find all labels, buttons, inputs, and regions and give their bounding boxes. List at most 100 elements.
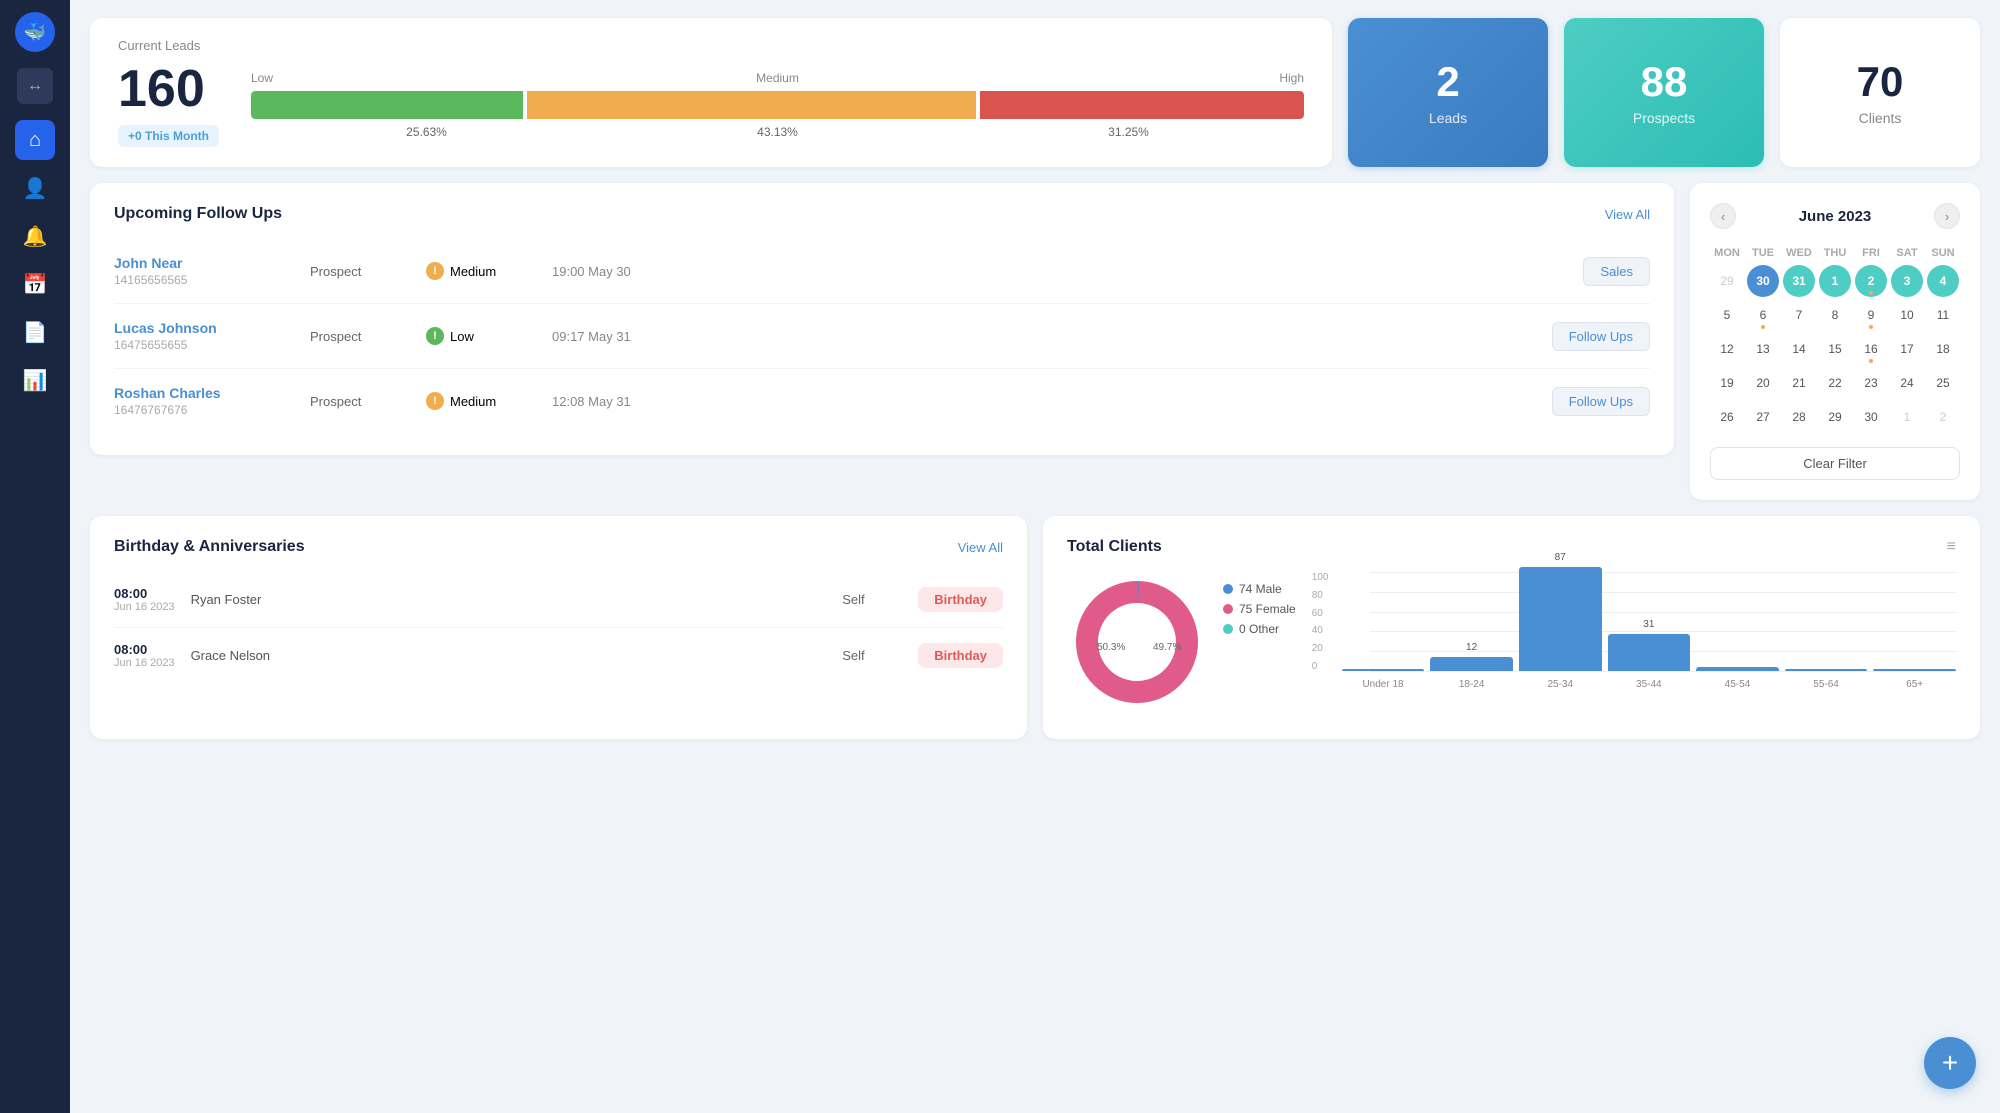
clients-label: Clients [1859, 110, 1902, 126]
birthday-date-0: Jun 16 2023 [114, 601, 175, 613]
cal-day-23[interactable]: 23 [1855, 367, 1887, 399]
toggle-icon: ↔ [27, 77, 43, 95]
followup-name-0[interactable]: John Near [114, 255, 294, 271]
cal-header-wed: WED [1782, 243, 1816, 263]
cal-day-21[interactable]: 21 [1783, 367, 1815, 399]
birthday-view-all[interactable]: View All [958, 540, 1003, 555]
cal-day-11[interactable]: 11 [1927, 299, 1959, 331]
sidebar-item-bell[interactable]: 🔔 [15, 216, 55, 256]
birthday-card-header: Birthday & Anniversaries View All [114, 538, 1003, 556]
legend-item-female: 75 Female [1223, 602, 1296, 616]
cal-day-20[interactable]: 20 [1747, 367, 1779, 399]
cal-day-31[interactable]: 31 [1783, 265, 1815, 297]
clients-stat-card: 70 Clients [1780, 18, 1980, 167]
prospects-stat-card: 88 Prospects [1564, 18, 1764, 167]
bar-col-65plus: 65+ [1873, 665, 1956, 690]
bar-chart-wrapper: 100 80 60 40 20 0 [1312, 572, 1956, 692]
birthday-badge-0: Birthday [918, 587, 1003, 612]
followup-name-col-1: Lucas Johnson 16475655655 [114, 320, 294, 352]
followup-action-0[interactable]: Sales [1583, 257, 1650, 286]
followup-action-2[interactable]: Follow Ups [1552, 387, 1650, 416]
cal-day-14[interactable]: 14 [1783, 333, 1815, 365]
cal-day-4[interactable]: 4 [1927, 265, 1959, 297]
sidebar-item-calendar[interactable]: 📅 [15, 264, 55, 304]
bar-lbl-under18: Under 18 [1362, 679, 1403, 690]
followup-phone-0: 14165656565 [114, 273, 294, 287]
followup-phone-1: 16475655655 [114, 338, 294, 352]
bar-2534 [1519, 567, 1602, 671]
cal-day-30-june[interactable]: 30 [1855, 401, 1887, 433]
cal-day-16[interactable]: 16 [1855, 333, 1887, 365]
bar-5564 [1785, 669, 1868, 671]
cal-day-17[interactable]: 17 [1891, 333, 1923, 365]
legend-item-male: 74 Male [1223, 582, 1296, 596]
followup-action-1[interactable]: Follow Ups [1552, 322, 1650, 351]
progress-labels: Low Medium High [251, 71, 1304, 85]
calendar-prev-button[interactable]: ‹ [1710, 203, 1736, 229]
cal-day-1[interactable]: 1 [1819, 265, 1851, 297]
cal-day-9[interactable]: 9 [1855, 299, 1887, 331]
cal-day-19[interactable]: 19 [1711, 367, 1743, 399]
cal-day-27[interactable]: 27 [1747, 401, 1779, 433]
cal-day-25[interactable]: 25 [1927, 367, 1959, 399]
followup-name-1[interactable]: Lucas Johnson [114, 320, 294, 336]
fab-button[interactable]: + [1924, 1037, 1976, 1089]
sidebar-item-file[interactable]: 📄 [15, 312, 55, 352]
main-content: Current Leads 160 +0 This Month Low Medi… [70, 0, 2000, 1113]
cal-header-fri: FRI [1854, 243, 1888, 263]
cal-day-6[interactable]: 6 [1747, 299, 1779, 331]
sidebar-item-person[interactable]: 👤 [15, 168, 55, 208]
cal-day-28[interactable]: 28 [1783, 401, 1815, 433]
cal-day-8[interactable]: 8 [1819, 299, 1851, 331]
top-row: Current Leads 160 +0 This Month Low Medi… [90, 18, 1980, 167]
priority-label-2: Medium [450, 394, 496, 409]
followups-view-all[interactable]: View All [1605, 207, 1650, 222]
priority-icon-1: ! [426, 327, 444, 345]
cal-day-24[interactable]: 24 [1891, 367, 1923, 399]
birthday-row-1: 08:00 Jun 16 2023 Grace Nelson Self Birt… [114, 628, 1003, 683]
sidebar-toggle-button[interactable]: ↔ [17, 68, 53, 104]
cal-day-13[interactable]: 13 [1747, 333, 1779, 365]
cal-day-29-prev[interactable]: 29 [1711, 265, 1743, 297]
priority-label-0: Medium [450, 264, 496, 279]
birthday-name-0: Ryan Foster [191, 592, 827, 607]
cal-day-26[interactable]: 26 [1711, 401, 1743, 433]
bottom-row: Birthday & Anniversaries View All 08:00 … [90, 516, 1980, 739]
cal-day-22[interactable]: 22 [1819, 367, 1851, 399]
cal-header-thu: THU [1818, 243, 1852, 263]
cal-day-1-next[interactable]: 1 [1891, 401, 1923, 433]
followup-name-col-2: Roshan Charles 16476767676 [114, 385, 294, 417]
low-pct: 25.63% [251, 125, 602, 139]
sidebar-item-home[interactable]: ⌂ [15, 120, 55, 160]
cal-day-30[interactable]: 30 [1747, 265, 1779, 297]
followup-row-1: Lucas Johnson 16475655655 Prospect ! Low… [114, 304, 1650, 369]
cal-day-15[interactable]: 15 [1819, 333, 1851, 365]
cal-day-10[interactable]: 10 [1891, 299, 1923, 331]
cal-day-29-next[interactable]: 29 [1819, 401, 1851, 433]
leads-count: 2 [1436, 59, 1459, 105]
medium-pct: 43.13% [602, 125, 953, 139]
clear-filter-button[interactable]: Clear Filter [1710, 447, 1960, 480]
leads-label: Leads [1429, 110, 1467, 126]
cal-day-3[interactable]: 3 [1891, 265, 1923, 297]
cal-day-2-next[interactable]: 2 [1927, 401, 1959, 433]
bar-lbl-1824: 18-24 [1459, 679, 1485, 690]
app-logo[interactable]: 🐳 [15, 12, 55, 52]
current-leads-badge: +0 This Month [118, 125, 219, 147]
bar-1824 [1430, 657, 1513, 671]
cal-day-2[interactable]: 2 [1855, 265, 1887, 297]
current-leads-inner: 160 +0 This Month Low Medium High [118, 63, 1304, 147]
birthday-title: Birthday & Anniversaries [114, 538, 305, 556]
followup-row-2: Roshan Charles 16476767676 Prospect ! Me… [114, 369, 1650, 433]
calendar-next-button[interactable]: › [1934, 203, 1960, 229]
sidebar-item-chart[interactable]: 📊 [15, 360, 55, 400]
donut-male-pct: 49.7% [1153, 642, 1181, 653]
total-clients-card: Total Clients ≡ 50.3% 49.7% [1043, 516, 1980, 739]
cal-day-7[interactable]: 7 [1783, 299, 1815, 331]
cal-day-12[interactable]: 12 [1711, 333, 1743, 365]
cal-day-5[interactable]: 5 [1711, 299, 1743, 331]
current-leads-card: Current Leads 160 +0 This Month Low Medi… [90, 18, 1332, 167]
chart-menu-icon[interactable]: ≡ [1947, 538, 1956, 556]
followup-name-2[interactable]: Roshan Charles [114, 385, 294, 401]
cal-day-18[interactable]: 18 [1927, 333, 1959, 365]
